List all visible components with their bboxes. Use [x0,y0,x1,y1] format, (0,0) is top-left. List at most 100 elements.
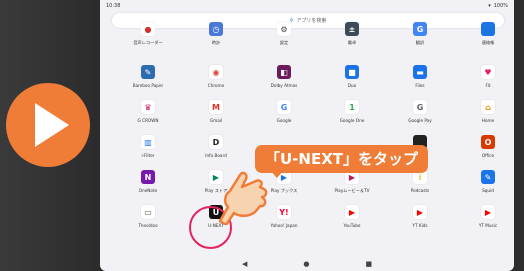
app-label: YT Kids [412,223,428,228]
app-label: Google [276,118,292,123]
app-label: Yahoo! Japan [270,223,298,228]
theoldoo-icon: ▭ [141,205,155,219]
chrome-icon: ◉ [209,65,223,79]
app-theoldoo[interactable]: ▭ Theoldoo [114,203,182,238]
app-google[interactable]: G Google [250,98,318,133]
app-onenote[interactable]: N OneNote [114,168,182,203]
app-label: Play ブックス [270,188,298,193]
app-label: Chrome [207,83,225,88]
app-google-one[interactable]: 1 Google One [318,98,386,133]
app-label: G CROWN [137,118,159,123]
app-yt-kids[interactable]: ▶ YT Kids [386,203,454,238]
status-right: ▾ 100% [488,3,508,9]
background-right [514,0,524,271]
app-bamboo-paper[interactable]: ✎ Bamboo Paper [114,63,182,98]
app-label: Home [481,118,495,123]
app-contacts[interactable]: 👤 連絡帳 [454,22,514,63]
files-icon: ▬ [413,65,427,79]
ifilter-icon: ▥ [141,135,155,149]
settings-icon: ⚙ [277,22,291,36]
app-clock[interactable]: ◷ 時計 [182,22,250,63]
app-gcrown[interactable]: ♛ G CROWN [114,98,182,133]
squid-icon: ✎ [481,170,495,184]
gmail-icon: M [209,100,223,114]
app-podcasts[interactable]: ⁞ Podcasts [386,168,454,203]
app-fit[interactable]: ♥ Fit [454,63,514,98]
app-label: Office [481,153,495,158]
app-label: Playムービー＆TV [334,188,370,193]
clock-icon: ◷ [209,22,223,36]
office-icon: O [481,135,495,149]
app-duo[interactable]: ■ Duo [318,63,386,98]
app-label: YouTube [343,223,361,228]
home-icon: ⌂ [481,100,495,114]
navigation-bar: ◀ ● ■ [100,257,514,271]
app-search-bar[interactable]: ⚲ アプリを検索 [112,13,504,28]
app-label: 音声レコーダー [133,40,163,45]
gcrown-icon: ♛ [141,100,155,114]
app-grid: ● 音声レコーダー ◷ 時計 ⚙ 設定 ± 電卓 G 翻訳 👤 連絡帳 ✎ Bamboo Paper ◉ Ch… [114,22,514,238]
app-ifilter[interactable]: ▥ i-Filter [114,133,182,168]
yt-kids-icon: ▶ [413,205,427,219]
recents-button[interactable]: ■ [365,260,372,268]
recorder-icon: ● [141,22,155,36]
app-home[interactable]: ⌂ Home [454,98,514,133]
info-board-icon: D [209,135,223,149]
app-label: Podcasts [410,188,430,193]
app-label: OneNote [138,188,158,193]
app-label: Theoldoo [138,223,158,228]
play-button[interactable] [6,83,90,167]
app-label: Duo [347,83,357,88]
app-google-pay[interactable]: G Google Pay [386,98,454,133]
bamboo-paper-icon: ✎ [141,65,155,79]
app-label: Gmail [209,118,223,123]
yahoo-icon: Y! [277,205,291,219]
app-play-movies[interactable]: ▶ Playムービー＆TV [318,168,386,203]
fit-icon: ♥ [481,65,495,79]
app-translate[interactable]: G 翻訳 [386,22,454,63]
app-youtube[interactable]: ▶ YouTube [318,203,386,238]
app-dolby[interactable]: ◧ Dolby Atmos [250,63,318,98]
wifi-icon: ▾ [488,3,491,9]
google-one-icon: 1 [345,100,359,114]
google-pay-icon: G [413,100,427,114]
app-label: 設定 [279,40,289,45]
app-label: 翻訳 [415,40,425,45]
callout-tail [270,170,284,178]
app-settings[interactable]: ⚙ 設定 [250,22,318,63]
app-label: Google Pay [408,118,432,123]
youtube-icon: ▶ [345,205,359,219]
app-office[interactable]: O Office [454,133,514,168]
app-calculator[interactable]: ± 電卓 [318,22,386,63]
onenote-icon: N [141,170,155,184]
search-placeholder: アプリを検索 [296,18,327,24]
app-recorder[interactable]: ● 音声レコーダー [114,22,182,63]
instruction-callout: 「U-NEXT」をタップ [255,145,429,173]
duo-icon: ■ [345,65,359,79]
contacts-icon: 👤 [481,22,495,36]
app-label: Google One [339,118,365,123]
status-time: 10:38 [106,3,121,9]
app-chrome[interactable]: ◉ Chrome [182,63,250,98]
app-yt-music[interactable]: ▶ YT Music [454,203,514,238]
calculator-icon: ± [345,22,359,36]
app-label: 時計 [211,40,221,45]
app-label: Fit [485,83,491,88]
app-label: 連絡帳 [481,40,495,45]
app-label: Dolby Atmos [270,83,298,88]
app-label: i-Filter [141,153,155,158]
app-squid[interactable]: ✎ Squid [454,168,514,203]
app-files[interactable]: ▬ Files [386,63,454,98]
yt-music-icon: ▶ [481,205,495,219]
home-button[interactable]: ● [303,260,309,268]
google-icon: G [277,100,291,114]
status-bar: 10:38 ▾ 100% [100,0,514,12]
app-label: Bamboo Paper [132,83,164,88]
dolby-icon: ◧ [277,65,291,79]
app-gmail[interactable]: M Gmail [182,98,250,133]
back-button[interactable]: ◀ [242,260,247,268]
translate-icon: G [413,22,427,36]
tablet-screen: 10:38 ▾ 100% ⚲ アプリを検索 ● 音声レコーダー ◷ 時計 ⚙ 設定 ± 電卓 G… [100,0,514,271]
app-label: Squid [482,188,494,193]
app-label: Files [415,83,425,88]
